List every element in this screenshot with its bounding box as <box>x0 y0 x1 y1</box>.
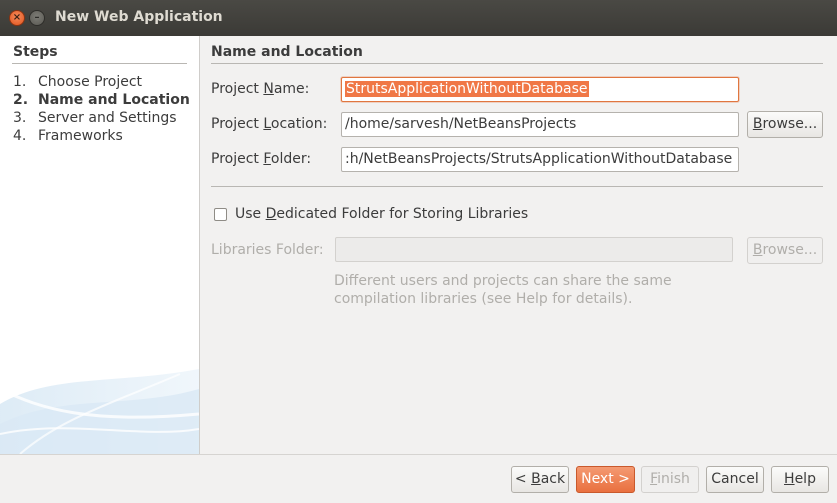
project-name-label: Project Name: <box>211 81 310 97</box>
title-bar: × – New Web Application <box>0 0 837 36</box>
steps-title: Steps <box>13 44 58 60</box>
libraries-hint: Different users and projects can share t… <box>334 273 672 307</box>
minimize-icon: – <box>34 12 40 23</box>
step-server-and-settings: 3. Server and Settings <box>13 110 177 126</box>
footer-divider <box>0 454 837 455</box>
dedicated-folder-label[interactable]: Use Dedicated Folder for Storing Librari… <box>235 206 528 222</box>
cancel-button[interactable]: Cancel <box>706 466 764 493</box>
step-name-and-location: 2. Name and Location <box>13 92 190 108</box>
close-window-button[interactable]: × <box>9 10 25 26</box>
project-folder-label: Project Folder: <box>211 151 312 167</box>
close-icon: × <box>12 12 22 23</box>
help-button[interactable]: Help <box>771 466 829 493</box>
browse-libraries-button: Browse... <box>747 237 823 264</box>
project-location-label: Project Location: <box>211 116 328 132</box>
decorative-wave-graphic <box>0 369 199 454</box>
browse-location-button[interactable]: Browse... <box>747 111 823 138</box>
libraries-folder-input <box>335 237 733 262</box>
project-folder-input[interactable]: :h/NetBeansProjects/StrutsApplicationWit… <box>341 147 739 172</box>
section-title: Name and Location <box>211 44 363 60</box>
next-button[interactable]: Next > <box>576 466 635 493</box>
project-name-input[interactable]: StrutsApplicationWithoutDatabase <box>341 77 739 102</box>
step-choose-project: 1. Choose Project <box>13 74 143 90</box>
dedicated-folder-checkbox[interactable] <box>214 208 227 221</box>
project-location-input[interactable]: /home/sarvesh/NetBeansProjects <box>341 112 739 137</box>
back-button[interactable]: < Back <box>511 466 569 493</box>
libraries-folder-label: Libraries Folder: <box>211 242 324 258</box>
steps-divider <box>12 63 187 64</box>
finish-button: Finish <box>641 466 699 493</box>
window-title: New Web Application <box>55 9 223 25</box>
step-frameworks: 4. Frameworks <box>13 128 123 144</box>
section-divider <box>211 63 823 64</box>
steps-panel: Steps 1. Choose Project 2. Name and Locati… <box>0 36 200 454</box>
form-divider <box>211 186 823 187</box>
minimize-window-button[interactable]: – <box>29 10 45 26</box>
